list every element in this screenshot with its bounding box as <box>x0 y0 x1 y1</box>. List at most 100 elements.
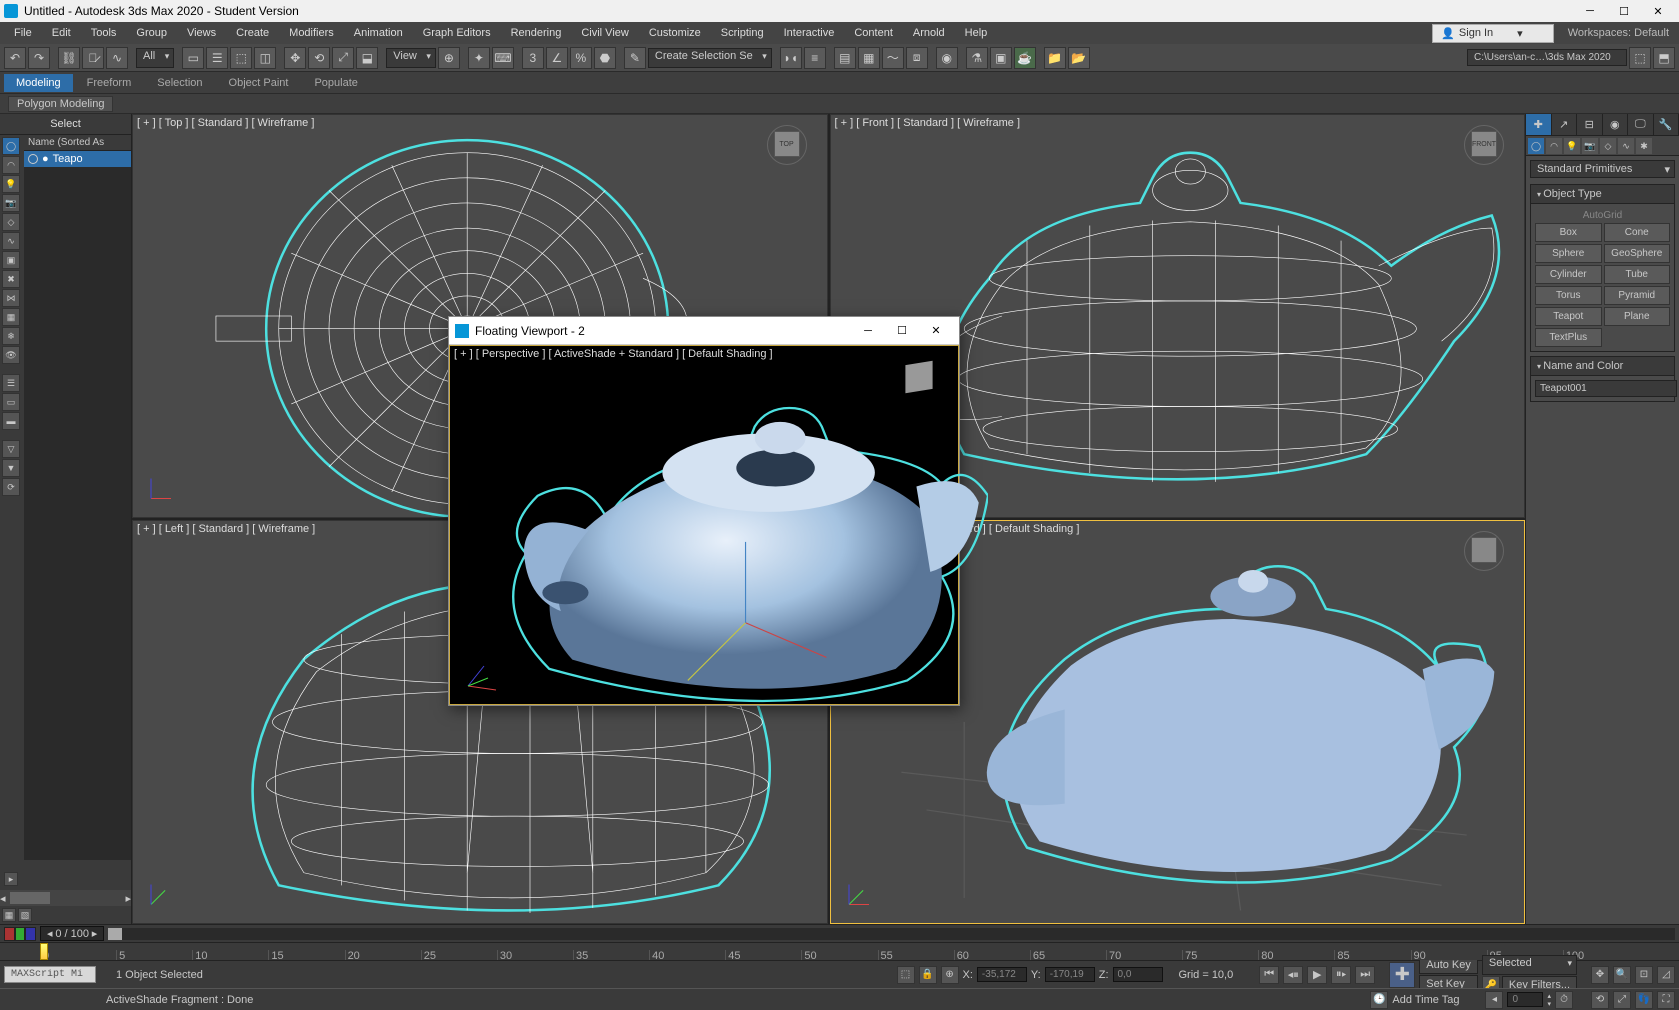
primitives-category-dropdown[interactable]: Standard Primitives <box>1530 160 1675 178</box>
time-slider-handle[interactable] <box>108 928 122 940</box>
ribbon-tab-object-paint[interactable]: Object Paint <box>217 74 301 92</box>
undo-button[interactable]: ↶ <box>4 47 26 69</box>
floating-viewport[interactable]: [ + ] [ Perspective ] [ ActiveShade + St… <box>449 345 959 705</box>
object-name-input[interactable] <box>1535 380 1677 397</box>
primitive-cylinder[interactable]: Cylinder <box>1535 265 1602 284</box>
mirror-button[interactable]: ◗◖ <box>780 47 802 69</box>
menu-group[interactable]: Group <box>126 24 177 42</box>
select-rotate-button[interactable]: ⟲ <box>308 47 330 69</box>
object-type-rollout[interactable]: Object Type <box>1530 184 1675 204</box>
timeconfig-left-icon[interactable]: ◂ <box>1485 991 1503 1009</box>
ribbon-tab-populate[interactable]: Populate <box>302 74 369 92</box>
motion-tab[interactable]: ◉ <box>1603 114 1629 135</box>
visibility-icon[interactable] <box>28 154 38 164</box>
display-containers-icon[interactable]: ▦ <box>2 308 20 326</box>
signin-button[interactable]: 👤 Sign In ▾ <box>1432 24 1553 43</box>
z-coord-input[interactable] <box>1113 967 1163 982</box>
display-spacewarps-icon[interactable]: ∿ <box>2 232 20 250</box>
select-place-button[interactable]: ⬓ <box>356 47 378 69</box>
time-key-marker[interactable] <box>40 943 48 960</box>
nav-zoomext-button[interactable]: ⊡ <box>1635 966 1653 984</box>
render-button[interactable]: ☕ <box>1014 47 1036 69</box>
spinner-down-icon[interactable]: ▾ <box>1547 1000 1551 1008</box>
display-geometry-icon[interactable]: ◯ <box>2 137 20 155</box>
floating-minimize-button[interactable]: ─ <box>851 318 885 344</box>
viewcube-front[interactable]: FRONT <box>1464 125 1504 165</box>
key-filter-dropdown[interactable]: Selected <box>1482 955 1577 975</box>
modify-tab[interactable]: ↗ <box>1552 114 1578 135</box>
proj-btn2[interactable]: ⬒ <box>1653 47 1675 69</box>
render-frame-button[interactable]: ▣ <box>990 47 1012 69</box>
project-path[interactable]: C:\Users\an-c…\3ds Max 2020 <box>1467 49 1627 66</box>
layer-explorer-button[interactable]: ▤ <box>834 47 856 69</box>
display-bone-icon[interactable]: ⋈ <box>2 289 20 307</box>
display-cameras-icon[interactable]: 📷 <box>2 194 20 212</box>
scene-item-teapot[interactable]: ● Teapo <box>24 151 131 167</box>
snap-toggle-button[interactable]: 3 <box>522 47 544 69</box>
edit-named-sel-button[interactable]: ✎ <box>624 47 646 69</box>
keyboard-shortcut-button[interactable]: ⌨ <box>492 47 514 69</box>
schematic-view-button[interactable]: ⧈ <box>906 47 928 69</box>
time-ruler[interactable]: 0510152025303540455055606570758085909510… <box>0 942 1679 960</box>
angle-snap-button[interactable]: ∠ <box>546 47 568 69</box>
nav-maximize-button[interactable]: ⛶ <box>1657 991 1675 1009</box>
display-frozen-icon[interactable]: ❄ <box>2 327 20 345</box>
timeline-channels[interactable] <box>4 927 36 941</box>
spinner-snap-button[interactable]: ⬣ <box>594 47 616 69</box>
primitive-plane[interactable]: Plane <box>1604 307 1671 326</box>
link-button[interactable]: ⛓ <box>58 47 80 69</box>
select-by-name-button[interactable]: ☰ <box>206 47 228 69</box>
scroll-thumb[interactable] <box>10 892 50 904</box>
viewport-left-label[interactable]: [ + ] [ Left ] [ Standard ] [ Wireframe … <box>137 523 315 535</box>
primitive-tube[interactable]: Tube <box>1604 265 1671 284</box>
nav-fov-button[interactable]: ◿ <box>1657 966 1675 984</box>
selection-filter-dropdown[interactable]: All <box>136 48 174 68</box>
unlink-button[interactable]: ⛓̷ <box>82 47 104 69</box>
ribbon-tab-freeform[interactable]: Freeform <box>75 74 144 92</box>
scrub-left-icon[interactable]: ◂ <box>47 928 53 940</box>
transform-gizmo-icon[interactable]: ⊕ <box>941 966 959 984</box>
menu-rendering[interactable]: Rendering <box>501 24 572 42</box>
isolate-icon[interactable]: ⬚ <box>897 966 915 984</box>
menu-interactive[interactable]: Interactive <box>774 24 845 42</box>
menu-file[interactable]: File <box>4 24 42 42</box>
nav-pan-button[interactable]: ✥ <box>1591 966 1609 984</box>
filter-icon[interactable]: ▽ <box>2 440 20 458</box>
viewcube-persp[interactable] <box>1464 531 1504 571</box>
ribbon-tab-modeling[interactable]: Modeling <box>4 74 73 92</box>
menu-content[interactable]: Content <box>844 24 903 42</box>
nav-orbit-button[interactable]: ⟲ <box>1591 991 1609 1009</box>
hierarchy-tab[interactable]: ⊟ <box>1577 114 1603 135</box>
display-lights-icon[interactable]: 💡 <box>2 175 20 193</box>
close-button[interactable]: ✕ <box>1641 0 1675 22</box>
ribbon-tab-selection[interactable]: Selection <box>145 74 214 92</box>
create-tab[interactable]: ✚ <box>1526 114 1552 135</box>
window-crossing-button[interactable]: ◫ <box>254 47 276 69</box>
open-proj-button[interactable]: 📁 <box>1044 47 1066 69</box>
menu-customize[interactable]: Customize <box>639 24 711 42</box>
frame-spinner[interactable] <box>1507 992 1543 1007</box>
cameras-subtab[interactable]: 📷 <box>1582 138 1598 154</box>
select-object-button[interactable]: ▭ <box>182 47 204 69</box>
display-helpers-icon[interactable]: ◇ <box>2 213 20 231</box>
named-selection-dropdown[interactable]: Create Selection Se <box>648 48 772 68</box>
floating-viewport-window[interactable]: Floating Viewport - 2 ─ ☐ ✕ [ + ] [ Pers… <box>448 316 960 706</box>
scroll-right-icon[interactable]: ▸ <box>125 892 131 905</box>
time-config-button[interactable]: ⏱ <box>1555 991 1573 1009</box>
menu-scripting[interactable]: Scripting <box>711 24 774 42</box>
goto-start-button[interactable]: ⏮ <box>1259 966 1279 984</box>
redo-button[interactable]: ↷ <box>28 47 50 69</box>
menu-edit[interactable]: Edit <box>42 24 81 42</box>
primitive-torus[interactable]: Torus <box>1535 286 1602 305</box>
menu-views[interactable]: Views <box>177 24 226 42</box>
manipulate-button[interactable]: ✦ <box>468 47 490 69</box>
workspace-selector[interactable]: Workspaces: Default <box>1562 25 1675 41</box>
menu-create[interactable]: Create <box>226 24 279 42</box>
helpers-subtab[interactable]: ◇ <box>1600 138 1616 154</box>
floating-titlebar[interactable]: Floating Viewport - 2 ─ ☐ ✕ <box>449 317 959 345</box>
primitive-box[interactable]: Box <box>1535 223 1602 242</box>
select-scale-button[interactable]: ⤢ <box>332 47 354 69</box>
floating-maximize-button[interactable]: ☐ <box>885 318 919 344</box>
time-tag-icon[interactable]: 🕒 <box>1370 991 1388 1009</box>
display-hidden-icon[interactable]: 👁 <box>2 346 20 364</box>
